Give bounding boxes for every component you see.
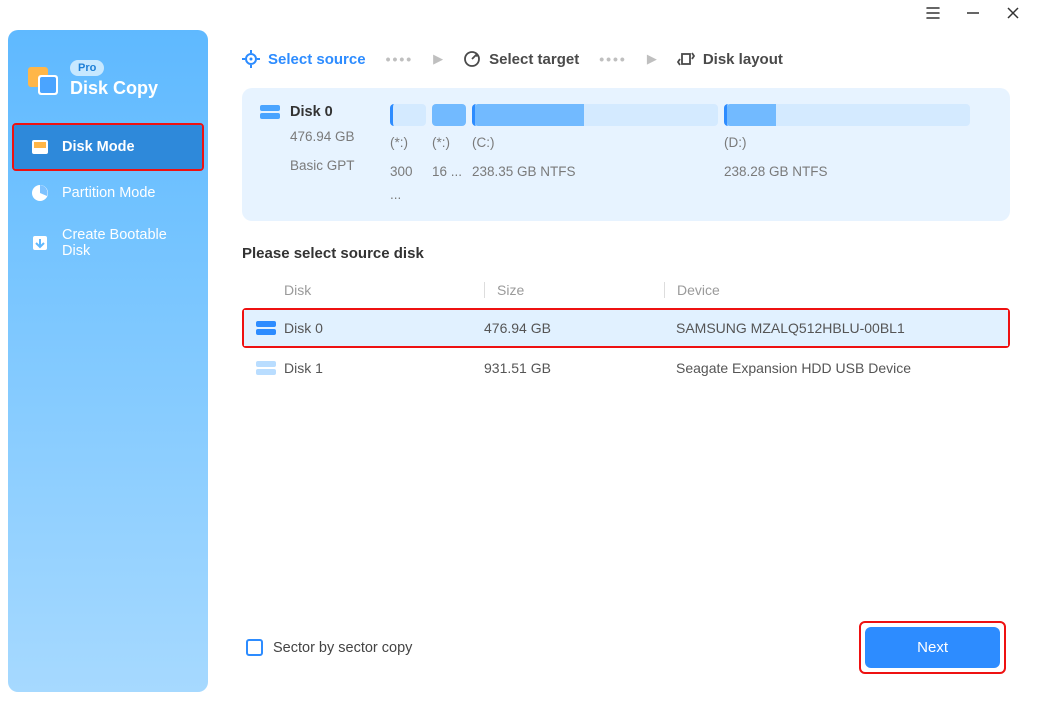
- disk-table: Disk Size Device Disk 0 476.94 GB SAMSUN…: [242, 272, 1010, 388]
- highlight-next: Next: [859, 621, 1006, 674]
- cell-device: SAMSUNG MZALQ512HBLU-00BL1: [676, 320, 905, 336]
- cell-size: 476.94 GB: [484, 320, 676, 336]
- cell-disk: Disk 1: [284, 360, 484, 376]
- target-icon: [463, 50, 481, 68]
- disk-name: Disk 0: [290, 104, 333, 120]
- col-header-disk: Disk: [284, 282, 484, 298]
- table-row[interactable]: Disk 1 931.51 GB Seagate Expansion HDD U…: [242, 348, 1010, 388]
- disk-icon: [260, 105, 280, 119]
- disk-mode-icon: [30, 137, 50, 157]
- hamburger-icon[interactable]: [926, 6, 940, 25]
- sidebar-item-label: Create Bootable Disk: [62, 227, 186, 259]
- layout-icon: [677, 50, 695, 68]
- step-select-target[interactable]: Select target: [463, 50, 579, 68]
- pro-badge: Pro: [70, 60, 104, 76]
- wizard-steps: Select source ▶ Select target ▶ Disk lay…: [242, 50, 1010, 68]
- step-disk-layout[interactable]: Disk layout: [677, 50, 783, 68]
- highlight-disk-mode: Disk Mode: [12, 123, 204, 171]
- checkbox-label: Sector by sector copy: [273, 640, 412, 656]
- partition-mode-icon: [30, 183, 50, 203]
- disk-type: Basic GPT: [260, 155, 372, 178]
- step-dots: [386, 51, 414, 67]
- disk-copy-logo-icon: [26, 63, 60, 97]
- sector-by-sector-checkbox[interactable]: Sector by sector copy: [246, 639, 412, 656]
- section-title: Please select source disk: [242, 245, 1010, 262]
- app-title: Disk Copy: [70, 78, 158, 99]
- next-button[interactable]: Next: [865, 627, 1000, 668]
- sidebar-item-label: Partition Mode: [62, 185, 156, 201]
- disk-icon: [256, 321, 284, 335]
- arrow-icon: ▶: [647, 51, 657, 67]
- col-header-size: Size: [484, 282, 664, 298]
- sidebar-item-label: Disk Mode: [62, 139, 135, 155]
- crosshair-icon: [242, 50, 260, 68]
- arrow-icon: ▶: [433, 51, 443, 67]
- disk-size: 476.94 GB: [260, 126, 372, 149]
- cell-size: 931.51 GB: [484, 360, 676, 376]
- source-disk-panel: Disk 0 476.94 GB Basic GPT (*:) 300 ... …: [242, 88, 1010, 221]
- step-label: Select target: [489, 51, 579, 68]
- checkbox-icon: [246, 639, 263, 656]
- step-label: Disk layout: [703, 51, 783, 68]
- app-logo: Pro Disk Copy: [8, 60, 208, 123]
- step-select-source[interactable]: Select source: [242, 50, 366, 68]
- disk-icon: [256, 361, 284, 375]
- close-icon[interactable]: [1006, 6, 1020, 25]
- minimize-icon[interactable]: [966, 6, 980, 25]
- sidebar-item-create-bootable[interactable]: Create Bootable Disk: [14, 215, 202, 271]
- partition-2[interactable]: (C:) 238.35 GB NTFS: [472, 104, 718, 207]
- partition-3[interactable]: (D:) 238.28 GB NTFS: [724, 104, 970, 207]
- sidebar: Pro Disk Copy Disk Mode Partition Mode C…: [8, 30, 208, 692]
- highlight-selected-row: Disk 0 476.94 GB SAMSUNG MZALQ512HBLU-00…: [242, 308, 1010, 348]
- bootable-disk-icon: [30, 233, 50, 253]
- step-label: Select source: [268, 51, 366, 68]
- step-dots: [599, 51, 627, 67]
- cell-device: Seagate Expansion HDD USB Device: [676, 360, 911, 376]
- table-row[interactable]: Disk 0 476.94 GB SAMSUNG MZALQ512HBLU-00…: [244, 310, 1008, 346]
- sidebar-item-disk-mode[interactable]: Disk Mode: [14, 125, 202, 169]
- sidebar-item-partition-mode[interactable]: Partition Mode: [14, 171, 202, 215]
- col-header-device: Device: [664, 282, 720, 298]
- partition-1[interactable]: (*:) 16 ...: [432, 104, 466, 207]
- table-header: Disk Size Device: [242, 272, 1010, 308]
- partition-0[interactable]: (*:) 300 ...: [390, 104, 426, 207]
- cell-disk: Disk 0: [284, 320, 484, 336]
